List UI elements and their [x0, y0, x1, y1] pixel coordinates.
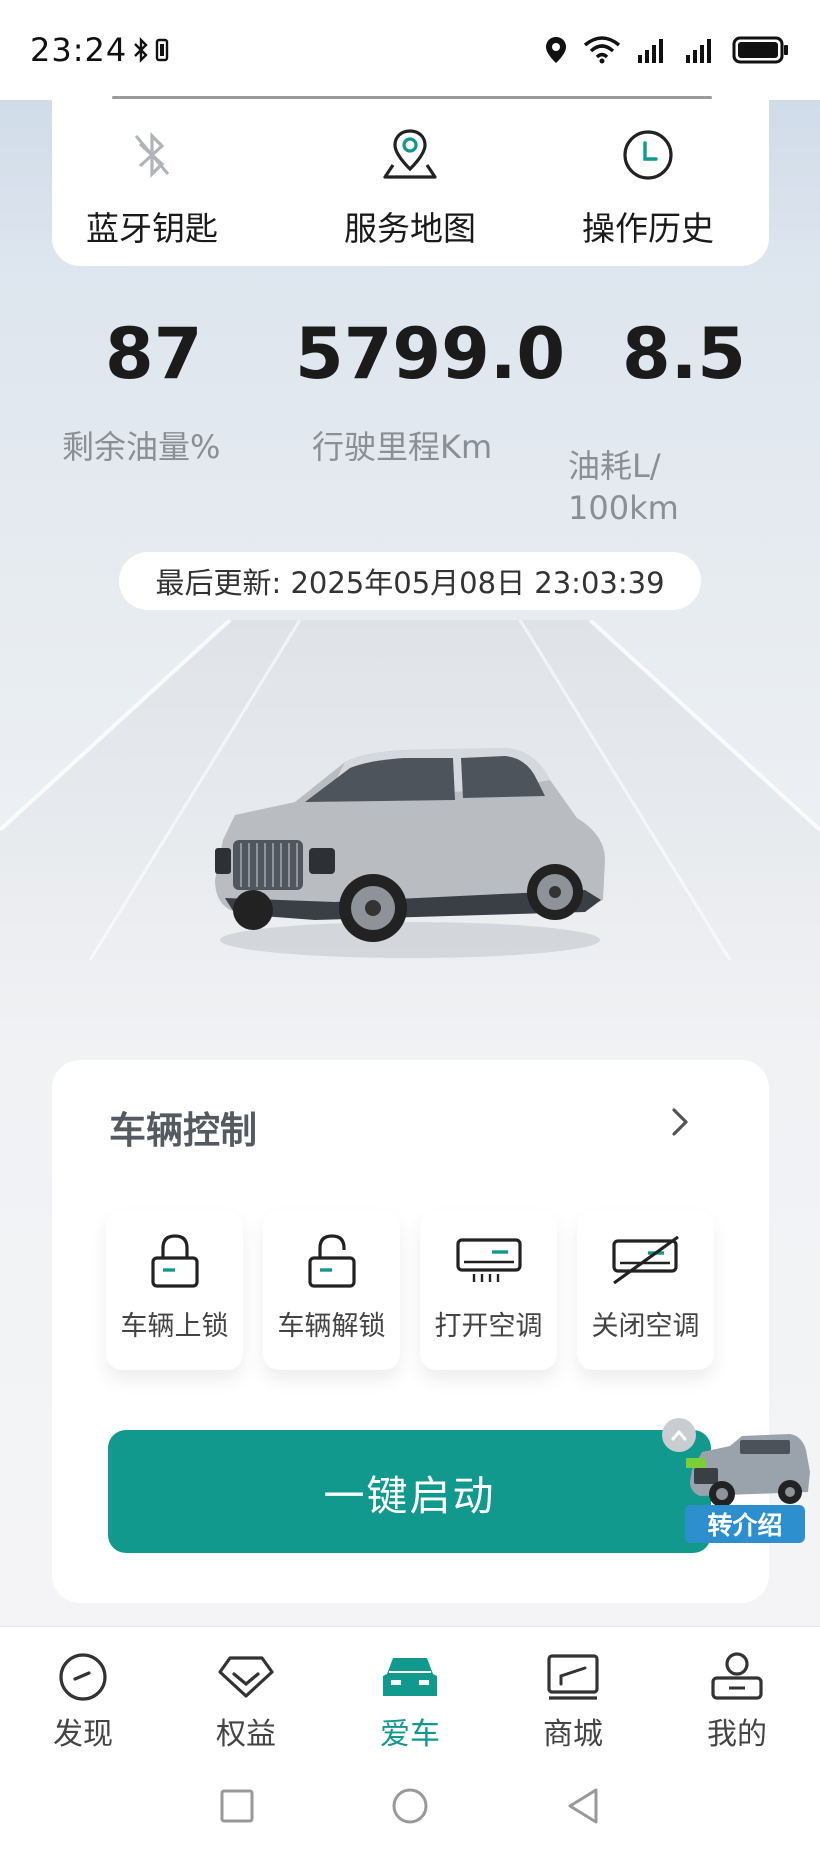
- car-image: [215, 748, 605, 958]
- quick-actions-card: 蓝牙钥匙 服务地图 操作历史: [52, 96, 769, 266]
- nav-my-car-label: 爱车: [380, 1717, 440, 1752]
- consumption-value: 8.5: [622, 313, 747, 395]
- vehicle-control-title: 车辆控制: [109, 1109, 257, 1152]
- car-icon: [350, 1649, 470, 1705]
- promo-label[interactable]: 转介绍: [685, 1505, 805, 1543]
- operation-history-label: 操作历史: [582, 209, 714, 248]
- nav-benefits-label: 权益: [216, 1717, 276, 1752]
- bluetooth-key-label: 蓝牙钥匙: [86, 209, 218, 248]
- nav-profile-label: 我的: [707, 1717, 767, 1752]
- fuel-stat: 87: [105, 313, 202, 395]
- unlock-vehicle-button[interactable]: 车辆解锁: [263, 1210, 400, 1370]
- service-map-button[interactable]: 服务地图: [310, 126, 510, 250]
- nav-discover-label: 发现: [53, 1717, 113, 1752]
- nav-discover[interactable]: 发现: [23, 1649, 143, 1753]
- last-update-text: 最后更新: 2025年05月08日 23:03:39: [155, 566, 665, 600]
- fuel-value: 87: [105, 313, 203, 395]
- nav-shop-label: 商城: [543, 1717, 603, 1752]
- operation-history-button[interactable]: 操作历史: [548, 126, 748, 250]
- status-bar: 23:24: [0, 0, 820, 100]
- status-time: 23:24: [30, 31, 128, 69]
- unlock-icon: [263, 1226, 400, 1296]
- shop-icon: [513, 1649, 633, 1705]
- lock-vehicle-label: 车辆上锁: [120, 1311, 229, 1342]
- bottom-nav: 发现 权益 爱车 商城 我的: [0, 1626, 820, 1756]
- service-map-label: 服务地图: [344, 209, 476, 248]
- last-update-pill: 最后更新: 2025年05月08日 23:03:39: [119, 552, 701, 610]
- system-nav-bar: [0, 1756, 820, 1859]
- nav-shop[interactable]: 商城: [513, 1649, 633, 1753]
- clock-icon: [548, 126, 748, 184]
- nav-my-car[interactable]: 爱车: [350, 1649, 470, 1753]
- ac-on-label: 打开空调: [434, 1311, 543, 1342]
- fuel-label: 剩余油量%: [62, 428, 221, 466]
- consumption-stat-label-wrap: 油耗L/ 100km: [568, 426, 708, 548]
- location-icon: [544, 35, 568, 65]
- discover-icon: [23, 1649, 143, 1705]
- signal-icon-2: [684, 35, 718, 65]
- battery-icon: [732, 35, 790, 65]
- card-handle: [112, 96, 712, 99]
- map-pin-icon: [310, 126, 510, 184]
- consumption-label: 油耗L/ 100km: [568, 447, 679, 527]
- lock-vehicle-button[interactable]: 车辆上锁: [106, 1210, 243, 1370]
- mileage-stat: 5799.0: [295, 313, 565, 395]
- mileage-stat-label-wrap: 行驶里程Km: [312, 426, 492, 468]
- signal-icon-1: [636, 35, 670, 65]
- bluetooth-status-icon: [133, 37, 149, 63]
- ac-off-button[interactable]: 关闭空调: [577, 1210, 714, 1370]
- ac-on-icon: [420, 1226, 557, 1296]
- ac-off-label: 关闭空调: [591, 1311, 700, 1342]
- benefits-icon: [186, 1649, 306, 1705]
- wifi-icon: [582, 35, 622, 65]
- unlock-vehicle-label: 车辆解锁: [277, 1311, 386, 1342]
- ac-off-icon: [577, 1226, 714, 1296]
- recent-apps-icon[interactable]: [217, 1786, 257, 1826]
- ac-on-button[interactable]: 打开空调: [420, 1210, 557, 1370]
- one-click-start-button[interactable]: 一键启动: [108, 1430, 711, 1553]
- bluetooth-icon: [52, 126, 252, 184]
- fuel-stat-label-wrap: 剩余油量%: [62, 426, 220, 468]
- nav-benefits[interactable]: 权益: [186, 1649, 306, 1753]
- promo-close-icon[interactable]: [662, 1418, 696, 1452]
- vibrate-icon: [155, 37, 169, 63]
- lock-icon: [106, 1226, 243, 1296]
- vehicle-control-card: 车辆控制 车辆上锁 车辆解锁 打开空调 关闭空调 一键启动: [52, 1060, 769, 1603]
- nav-profile[interactable]: 我的: [677, 1649, 797, 1753]
- chevron-right-icon[interactable]: [660, 1100, 700, 1144]
- mileage-value: 5799.0: [295, 313, 566, 395]
- mileage-label: 行驶里程Km: [312, 428, 493, 466]
- consumption-stat: 8.5: [622, 313, 746, 395]
- bluetooth-key-button[interactable]: 蓝牙钥匙: [52, 126, 252, 250]
- home-icon[interactable]: [390, 1786, 430, 1826]
- profile-icon: [677, 1649, 797, 1705]
- back-icon[interactable]: [564, 1786, 604, 1826]
